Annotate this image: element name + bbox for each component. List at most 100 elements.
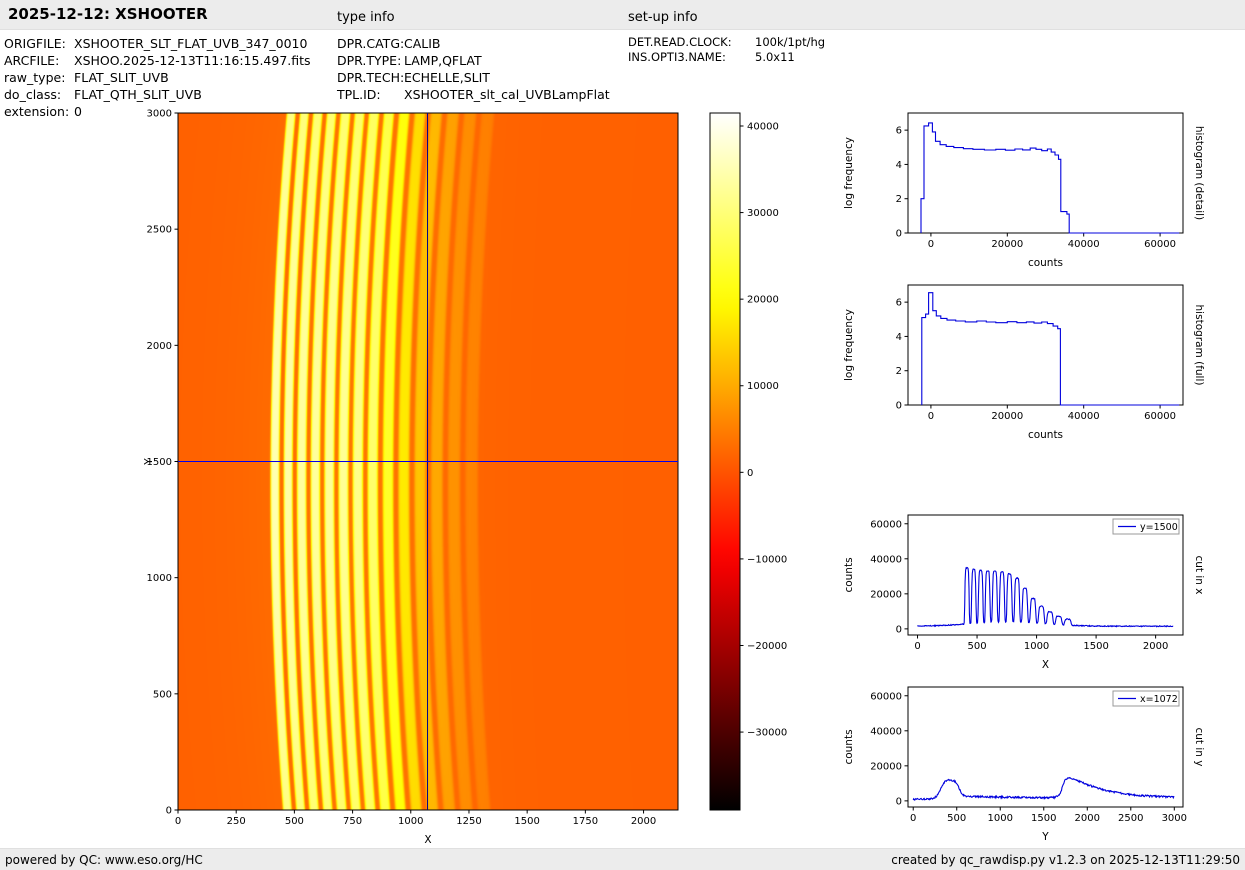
axis-text: 60000	[1144, 239, 1176, 250]
axis-text: 250	[227, 816, 246, 827]
axis-text: 0	[166, 806, 172, 817]
axis-text: 10000	[747, 381, 779, 392]
axis-text: 40000	[870, 726, 902, 737]
axis-text: histogram (full)	[1193, 305, 1205, 386]
axis-text: 3000	[147, 109, 172, 120]
axis-text: y=1500	[1140, 522, 1178, 533]
axis-text: counts	[1028, 429, 1063, 441]
axis-text: 20000	[870, 761, 902, 772]
axis-text: 0	[910, 813, 916, 824]
histogram-full-plot: 0 20000 40000 60000 0 2 4 6 counts log frequency h…	[843, 284, 1205, 441]
axis-text: 0	[175, 816, 181, 827]
hist_full-series-line	[921, 292, 1180, 406]
hist_detail-series-line	[920, 122, 1180, 234]
header-bar: 2025-12-12: XSHOOTER type info set-up in…	[0, 0, 1245, 30]
axis-text: log frequency	[843, 309, 855, 381]
axis-text: 4	[896, 332, 902, 343]
axis-text: counts	[1028, 257, 1063, 269]
axis-text: 1000	[1024, 641, 1049, 652]
footer-created-by: created by qc_rawdisp.py v1.2.3 on 2025-…	[891, 852, 1240, 867]
axis-text: 500	[968, 641, 987, 652]
meta-label: raw_type:	[4, 70, 66, 85]
cut-in-x-plot: 0 500 1000 1500 20000200004000060000Xcounts c…	[843, 514, 1205, 671]
axis-text: X	[1042, 659, 1049, 671]
axis-text: 0	[928, 411, 934, 422]
axis-text: log frequency	[843, 137, 855, 209]
axis-text: 0	[747, 468, 753, 479]
meta-label: DPR.TECH:	[337, 70, 405, 85]
axis-text: 6	[896, 298, 902, 309]
axis-text: 1000	[147, 573, 172, 584]
page-title: 2025-12-12: XSHOOTER	[8, 5, 208, 23]
axis-text: counts	[843, 729, 855, 764]
setup-info-heading: set-up info	[628, 10, 698, 25]
axis-text: 1500	[1031, 813, 1056, 824]
meta-label: DET.READ.CLOCK:	[628, 35, 732, 49]
axis-text: 0	[928, 239, 934, 250]
meta-label: DPR.TYPE:	[337, 53, 402, 68]
axis-text: 1500	[1083, 641, 1108, 652]
axis-text: 60000	[870, 691, 902, 702]
meta-value: FLAT_SLIT_UVB	[74, 70, 169, 85]
axis-text: 0	[914, 641, 920, 652]
meta-row: ORIGFILE: XSHOOTER_SLT_FLAT_UVB_347_0010	[4, 35, 311, 52]
axis-text: 2	[896, 194, 902, 205]
axis-text: 20000	[870, 589, 902, 600]
axis-text: histogram (detail)	[1193, 126, 1205, 220]
colorbar-gradient	[709, 112, 741, 811]
axis-text: 0	[896, 229, 902, 240]
axis-text: 500	[947, 813, 966, 824]
metadata-setup-info: DET.READ.CLOCK: 100k/1pt/hg INS.OPTI3.NAME…	[628, 35, 825, 64]
axis-text: 6	[896, 126, 902, 137]
meta-value: 0	[74, 104, 82, 119]
axis-text: 0	[896, 401, 902, 412]
main-image-axes: 0 250 500 750 1000 1250 1500 1750 20000500100015…	[143, 109, 679, 846]
meta-label: ORIGFILE:	[4, 36, 66, 51]
axis-text: 1750	[573, 816, 598, 827]
axis-text: 500	[153, 689, 172, 700]
footer-bar: powered by QC: www.eso.org/HC created by…	[0, 848, 1245, 870]
meta-value: CALIB	[404, 36, 441, 51]
axis-text: cut in x	[1193, 555, 1205, 594]
meta-value: XSHOOTER_SLT_FLAT_UVB_347_0010	[74, 36, 308, 51]
axis-text: 40000	[870, 554, 902, 565]
axis-text: 30000	[747, 208, 779, 219]
axis-text: Y	[143, 458, 155, 466]
axis-text: −10000	[747, 554, 787, 565]
axis-text: 40000	[1068, 411, 1100, 422]
axis-text: 20000	[991, 239, 1023, 250]
axis-text: 2000	[1075, 813, 1100, 824]
axis-text: 1000	[398, 816, 423, 827]
meta-label: do_class:	[4, 87, 62, 102]
meta-row: raw_type: FLAT_SLIT_UVB	[4, 69, 311, 86]
axis-text: 2500	[1118, 813, 1143, 824]
axis-text: 0	[896, 624, 902, 635]
meta-row: ARCFILE: XSHOO.2025-12-13T11:16:15.497.fi…	[4, 52, 311, 69]
axis-text: 40000	[1068, 239, 1100, 250]
cut_x-series-line	[917, 566, 1174, 628]
axis-text: 1000	[988, 813, 1013, 824]
meta-row: DET.READ.CLOCK: 100k/1pt/hg	[628, 35, 825, 50]
meta-value: 100k/1pt/hg	[755, 35, 826, 49]
axis-text: 750	[343, 816, 362, 827]
axis-text: 4	[896, 160, 902, 171]
meta-value: XSHOO.2025-12-13T11:16:15.497.fits	[74, 53, 311, 68]
footer-powered-by: powered by QC: www.eso.org/HC	[5, 852, 203, 867]
meta-label: DPR.CATG:	[337, 36, 405, 51]
cut_y-series-line	[912, 776, 1175, 802]
axis-text: Y	[1041, 831, 1049, 843]
axis-text: −30000	[747, 728, 787, 739]
axis-text: 40000	[747, 121, 779, 132]
axis-text: cut in y	[1193, 727, 1205, 766]
axis-text: 2500	[147, 225, 172, 236]
meta-label: extension:	[4, 104, 70, 119]
type-info-heading: type info	[337, 10, 395, 25]
axis-text: 20000	[747, 295, 779, 306]
axis-text: 2000	[1143, 641, 1168, 652]
axis-text: 3000	[1162, 813, 1187, 824]
metadata-type-info: DPR.CATG:CALIB DPR.TYPE: LAMP,QFLAT DPR.TEC…	[337, 35, 610, 103]
axis-text: 20000	[991, 411, 1023, 422]
axis-text: counts	[843, 557, 855, 592]
axis-text: 1250	[456, 816, 481, 827]
axis-text: 2000	[631, 816, 656, 827]
